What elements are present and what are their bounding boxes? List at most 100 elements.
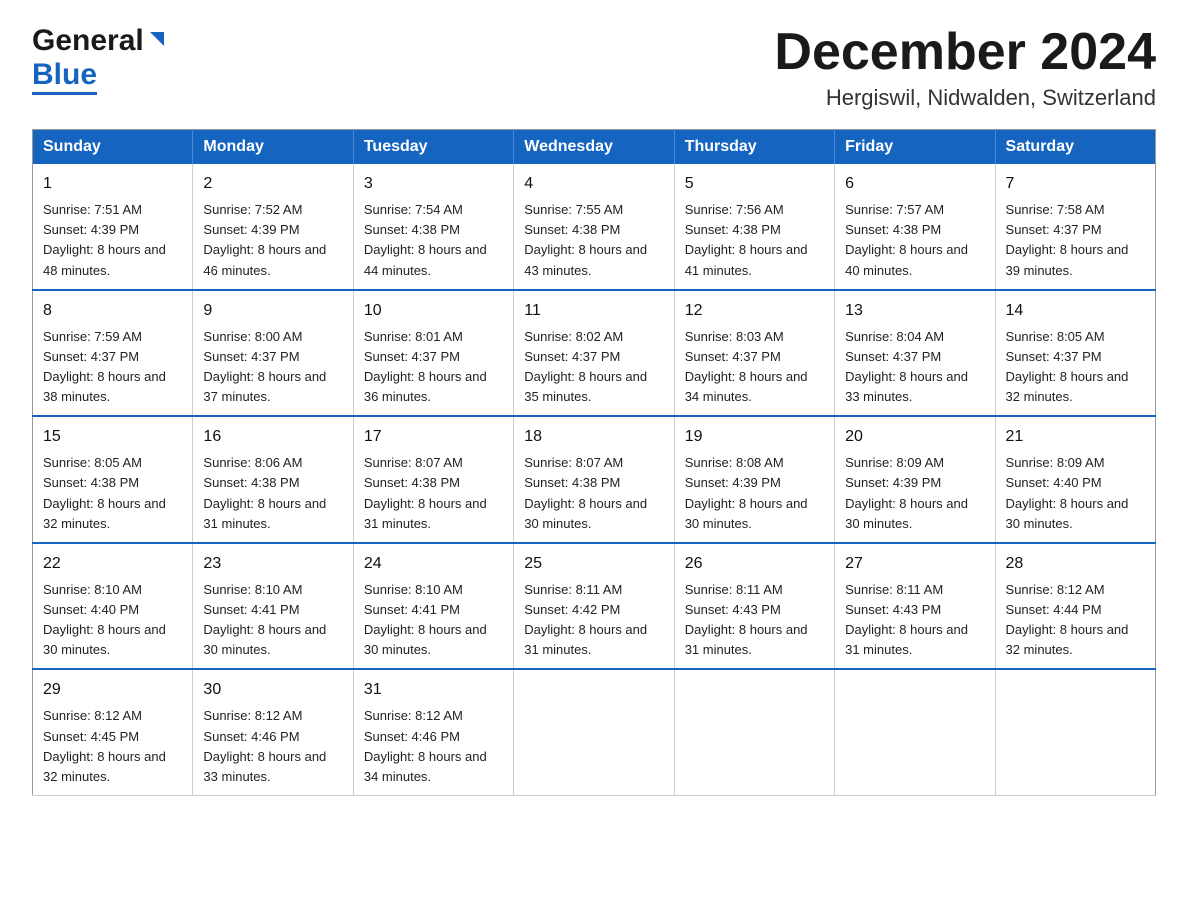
calendar-cell: 18 Sunrise: 8:07 AMSunset: 4:38 PMDayligh… (514, 416, 674, 543)
day-info: Sunrise: 8:12 AMSunset: 4:46 PMDaylight:… (364, 706, 503, 787)
calendar-cell: 26 Sunrise: 8:11 AMSunset: 4:43 PMDayligh… (674, 543, 834, 670)
day-number: 29 (43, 678, 182, 702)
day-info: Sunrise: 7:57 AMSunset: 4:38 PMDaylight:… (845, 200, 984, 281)
calendar-week-row: 15 Sunrise: 8:05 AMSunset: 4:38 PMDayligh… (33, 416, 1156, 543)
day-number: 7 (1006, 172, 1145, 196)
day-info: Sunrise: 7:55 AMSunset: 4:38 PMDaylight:… (524, 200, 663, 281)
day-info: Sunrise: 8:02 AMSunset: 4:37 PMDaylight:… (524, 327, 663, 408)
day-number: 25 (524, 552, 663, 576)
calendar-cell: 14 Sunrise: 8:05 AMSunset: 4:37 PMDayligh… (995, 290, 1155, 417)
day-info: Sunrise: 7:56 AMSunset: 4:38 PMDaylight:… (685, 200, 824, 281)
day-number: 30 (203, 678, 342, 702)
day-info: Sunrise: 8:05 AMSunset: 4:37 PMDaylight:… (1006, 327, 1145, 408)
calendar-cell (514, 669, 674, 795)
day-number: 24 (364, 552, 503, 576)
day-info: Sunrise: 8:11 AMSunset: 4:43 PMDaylight:… (845, 580, 984, 661)
calendar-cell: 22Sunrise: 8:10 AMSunset: 4:40 PMDayligh… (33, 543, 193, 670)
calendar-cell: 20Sunrise: 8:09 AMSunset: 4:39 PMDayligh… (835, 416, 995, 543)
day-info: Sunrise: 8:07 AMSunset: 4:38 PMDaylight:… (524, 453, 663, 534)
calendar-cell: 9 Sunrise: 8:00 AMSunset: 4:37 PMDaylight… (193, 290, 353, 417)
day-number: 3 (364, 172, 503, 196)
day-info: Sunrise: 7:54 AMSunset: 4:38 PMDaylight:… (364, 200, 503, 281)
day-info: Sunrise: 8:00 AMSunset: 4:37 PMDaylight:… (203, 327, 342, 408)
col-thursday: Thursday (674, 130, 834, 165)
calendar-cell: 21 Sunrise: 8:09 AMSunset: 4:40 PMDayligh… (995, 416, 1155, 543)
day-number: 10 (364, 299, 503, 323)
day-info: Sunrise: 8:07 AMSunset: 4:38 PMDaylight:… (364, 453, 503, 534)
col-wednesday: Wednesday (514, 130, 674, 165)
calendar-cell (835, 669, 995, 795)
day-number: 14 (1006, 299, 1145, 323)
day-number: 21 (1006, 425, 1145, 449)
calendar-cell: 12Sunrise: 8:03 AMSunset: 4:37 PMDayligh… (674, 290, 834, 417)
calendar-cell: 2 Sunrise: 7:52 AMSunset: 4:39 PMDaylight… (193, 164, 353, 290)
day-number: 12 (685, 299, 824, 323)
calendar-cell: 23 Sunrise: 8:10 AMSunset: 4:41 PMDayligh… (193, 543, 353, 670)
calendar-cell: 28 Sunrise: 8:12 AMSunset: 4:44 PMDayligh… (995, 543, 1155, 670)
day-number: 9 (203, 299, 342, 323)
logo-blue: Blue (32, 58, 97, 95)
col-tuesday: Tuesday (353, 130, 513, 165)
calendar-cell: 10Sunrise: 8:01 AMSunset: 4:37 PMDayligh… (353, 290, 513, 417)
day-info: Sunrise: 8:11 AMSunset: 4:43 PMDaylight:… (685, 580, 824, 661)
col-saturday: Saturday (995, 130, 1155, 165)
day-info: Sunrise: 8:09 AMSunset: 4:39 PMDaylight:… (845, 453, 984, 534)
day-number: 28 (1006, 552, 1145, 576)
page-header: General Blue December 2024 Hergiswil, Ni… (32, 24, 1156, 111)
day-number: 11 (524, 299, 663, 323)
col-sunday: Sunday (33, 130, 193, 165)
day-number: 1 (43, 172, 182, 196)
calendar-cell (674, 669, 834, 795)
calendar-week-row: 29 Sunrise: 8:12 AMSunset: 4:45 PMDayligh… (33, 669, 1156, 795)
day-number: 17 (364, 425, 503, 449)
day-info: Sunrise: 8:10 AMSunset: 4:41 PMDaylight:… (364, 580, 503, 661)
calendar-table: Sunday Monday Tuesday Wednesday Thursday… (32, 129, 1156, 796)
calendar-cell: 7 Sunrise: 7:58 AMSunset: 4:37 PMDaylight… (995, 164, 1155, 290)
day-info: Sunrise: 8:05 AMSunset: 4:38 PMDaylight:… (43, 453, 182, 534)
day-info: Sunrise: 8:08 AMSunset: 4:39 PMDaylight:… (685, 453, 824, 534)
day-number: 26 (685, 552, 824, 576)
calendar-week-row: 1 Sunrise: 7:51 AMSunset: 4:39 PMDaylight… (33, 164, 1156, 290)
calendar-cell: 25 Sunrise: 8:11 AMSunset: 4:42 PMDayligh… (514, 543, 674, 670)
title-section: December 2024 Hergiswil, Nidwalden, Swit… (774, 24, 1156, 111)
logo-arrow-icon (146, 28, 168, 50)
calendar-cell: 13Sunrise: 8:04 AMSunset: 4:37 PMDayligh… (835, 290, 995, 417)
day-info: Sunrise: 8:12 AMSunset: 4:45 PMDaylight:… (43, 706, 182, 787)
col-friday: Friday (835, 130, 995, 165)
day-number: 8 (43, 299, 182, 323)
calendar-cell: 27 Sunrise: 8:11 AMSunset: 4:43 PMDayligh… (835, 543, 995, 670)
day-number: 27 (845, 552, 984, 576)
day-info: Sunrise: 8:11 AMSunset: 4:42 PMDaylight:… (524, 580, 663, 661)
calendar-cell: 16 Sunrise: 8:06 AMSunset: 4:38 PMDayligh… (193, 416, 353, 543)
calendar-cell: 31 Sunrise: 8:12 AMSunset: 4:46 PMDayligh… (353, 669, 513, 795)
calendar-cell: 15 Sunrise: 8:05 AMSunset: 4:38 PMDayligh… (33, 416, 193, 543)
calendar-week-row: 22Sunrise: 8:10 AMSunset: 4:40 PMDayligh… (33, 543, 1156, 670)
day-number: 18 (524, 425, 663, 449)
day-number: 23 (203, 552, 342, 576)
calendar-cell: 1 Sunrise: 7:51 AMSunset: 4:39 PMDaylight… (33, 164, 193, 290)
calendar-cell: 24 Sunrise: 8:10 AMSunset: 4:41 PMDayligh… (353, 543, 513, 670)
calendar-cell (995, 669, 1155, 795)
day-number: 19 (685, 425, 824, 449)
location-subtitle: Hergiswil, Nidwalden, Switzerland (774, 85, 1156, 111)
day-number: 6 (845, 172, 984, 196)
day-number: 2 (203, 172, 342, 196)
calendar-cell: 8Sunrise: 7:59 AMSunset: 4:37 PMDaylight… (33, 290, 193, 417)
logo: General Blue (32, 24, 168, 92)
day-info: Sunrise: 7:51 AMSunset: 4:39 PMDaylight:… (43, 200, 182, 281)
day-number: 22 (43, 552, 182, 576)
month-year-title: December 2024 (774, 24, 1156, 81)
day-number: 15 (43, 425, 182, 449)
calendar-cell: 17 Sunrise: 8:07 AMSunset: 4:38 PMDayligh… (353, 416, 513, 543)
day-number: 16 (203, 425, 342, 449)
day-info: Sunrise: 8:09 AMSunset: 4:40 PMDaylight:… (1006, 453, 1145, 534)
day-info: Sunrise: 7:58 AMSunset: 4:37 PMDaylight:… (1006, 200, 1145, 281)
day-info: Sunrise: 8:12 AMSunset: 4:44 PMDaylight:… (1006, 580, 1145, 661)
day-info: Sunrise: 8:10 AMSunset: 4:41 PMDaylight:… (203, 580, 342, 661)
day-info: Sunrise: 7:52 AMSunset: 4:39 PMDaylight:… (203, 200, 342, 281)
day-number: 31 (364, 678, 503, 702)
logo-general: General (32, 24, 144, 58)
calendar-header-row: Sunday Monday Tuesday Wednesday Thursday… (33, 130, 1156, 165)
calendar-cell: 29 Sunrise: 8:12 AMSunset: 4:45 PMDayligh… (33, 669, 193, 795)
day-info: Sunrise: 8:06 AMSunset: 4:38 PMDaylight:… (203, 453, 342, 534)
